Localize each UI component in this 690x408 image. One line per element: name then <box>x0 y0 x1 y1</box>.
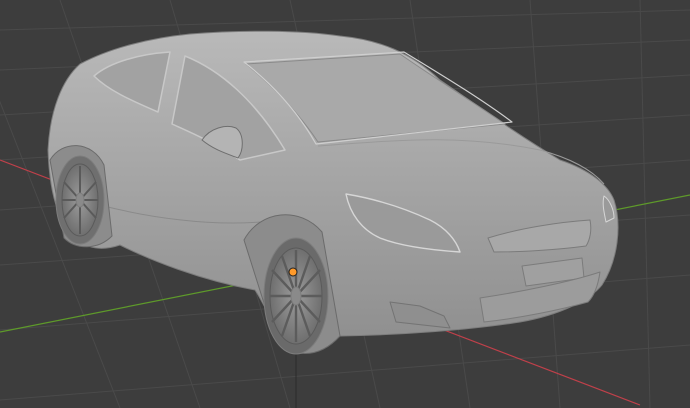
rear-wheel <box>55 155 105 245</box>
3d-viewport[interactable] <box>0 0 690 408</box>
object-origin[interactable] <box>288 267 298 277</box>
viewport-canvas[interactable] <box>0 0 690 408</box>
front-wheel <box>263 237 329 355</box>
